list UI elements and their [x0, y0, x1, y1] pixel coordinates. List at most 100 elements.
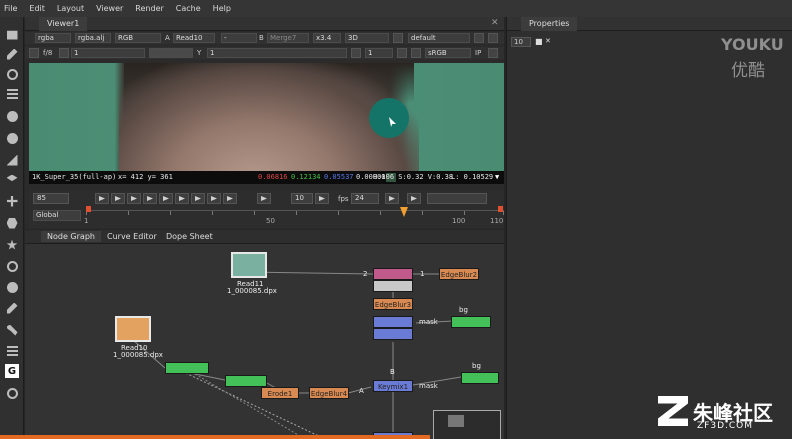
- time-tool-button[interactable]: [4, 67, 20, 81]
- fps-field[interactable]: 24: [351, 193, 379, 204]
- dot-green-node-2[interactable]: [225, 375, 267, 387]
- keyer-tool-button[interactable]: [4, 153, 20, 167]
- merge-mode-dropdown[interactable]: -: [221, 33, 257, 43]
- filter-erode-node[interactable]: [373, 316, 413, 328]
- menu-help[interactable]: Help: [213, 4, 231, 13]
- edgeblur4-node[interactable]: EdgeBlur4: [309, 387, 349, 399]
- menu-viewer[interactable]: Viewer: [96, 4, 123, 13]
- menu-edit[interactable]: Edit: [29, 4, 45, 13]
- max-panels-field[interactable]: 10: [511, 37, 531, 47]
- draw-tool-button[interactable]: [4, 47, 20, 61]
- play-backward-button[interactable]: [143, 193, 157, 204]
- gain-slider[interactable]: [149, 48, 193, 58]
- merge-tool-button[interactable]: [4, 173, 20, 187]
- a-input-dropdown[interactable]: Read10: [173, 33, 215, 43]
- metadata-tool-button[interactable]: [4, 301, 20, 315]
- roi-icon[interactable]: [351, 48, 361, 58]
- tab-viewer1[interactable]: Viewer1: [39, 17, 88, 31]
- filter-tool-button[interactable]: [4, 131, 20, 145]
- lock-icon[interactable]: ■: [535, 37, 543, 46]
- zoom-dropdown[interactable]: x3.4: [313, 33, 341, 43]
- menu-layout[interactable]: Layout: [57, 4, 84, 13]
- minimap-viewport[interactable]: [448, 415, 464, 427]
- alpha-dropdown[interactable]: rgba.alj: [75, 33, 111, 43]
- 3d-tool-button[interactable]: [4, 216, 20, 230]
- frame-ruler[interactable]: 1 50 100 110: [84, 206, 504, 226]
- nuke-tool-button[interactable]: [4, 386, 20, 400]
- timeline-scope-dropdown[interactable]: Global: [33, 210, 81, 221]
- gizmo-tool-button[interactable]: G: [4, 364, 20, 378]
- pause-icon[interactable]: [411, 48, 421, 58]
- wipe-icon[interactable]: [488, 33, 498, 43]
- frame-increment-field[interactable]: 10: [291, 193, 313, 204]
- view-mode-dropdown[interactable]: 3D: [345, 33, 389, 43]
- toolsets-tool-button[interactable]: [4, 344, 20, 358]
- refresh-icon[interactable]: [474, 33, 484, 43]
- tab-node-graph[interactable]: Node Graph: [41, 231, 101, 242]
- read11-thumbnail[interactable]: [231, 252, 267, 278]
- bright-node[interactable]: [373, 280, 413, 292]
- grade1-node[interactable]: [373, 328, 413, 340]
- skip-forward-button[interactable]: [315, 193, 329, 204]
- menu-cache[interactable]: Cache: [176, 4, 201, 13]
- edgeblur3-node[interactable]: EdgeBlur3: [373, 298, 413, 310]
- channel-tool-button[interactable]: [4, 87, 20, 101]
- exposure-icon[interactable]: [29, 48, 39, 58]
- particles-tool-button[interactable]: [4, 238, 20, 252]
- stop-button[interactable]: [159, 193, 173, 204]
- keymix1-node[interactable]: Keymix1: [373, 380, 413, 392]
- erode1-node[interactable]: Erode1: [261, 387, 299, 399]
- clear-panels-icon[interactable]: ✕: [545, 37, 551, 45]
- merge-node[interactable]: [373, 268, 413, 280]
- color-tool-button[interactable]: [4, 109, 20, 123]
- next-keyframe-button[interactable]: [207, 193, 221, 204]
- menu-render[interactable]: Render: [135, 4, 163, 13]
- other-tool-button[interactable]: [4, 323, 20, 337]
- current-frame-field[interactable]: 85: [33, 193, 69, 204]
- gain-step-icon[interactable]: [59, 48, 69, 58]
- step-back-button[interactable]: [127, 193, 141, 204]
- image-tool-button[interactable]: [4, 27, 20, 41]
- b-input-dropdown[interactable]: Merge7: [267, 33, 309, 43]
- close-icon[interactable]: ✕: [491, 18, 499, 28]
- keymix-green-node-2[interactable]: [461, 372, 499, 384]
- gamma-field[interactable]: 1: [207, 48, 347, 58]
- tab-dope-sheet[interactable]: Dope Sheet: [160, 231, 219, 242]
- lock-icon[interactable]: [393, 33, 403, 43]
- dot-green-node-1[interactable]: [165, 362, 209, 374]
- views-tool-button[interactable]: [4, 280, 20, 294]
- proxy-icon[interactable]: [397, 48, 407, 58]
- edgeblur2-node[interactable]: EdgeBlur2: [439, 268, 479, 280]
- read10-thumbnail[interactable]: [115, 316, 151, 342]
- prev-keyframe-button[interactable]: [111, 193, 125, 204]
- node-graph-panel[interactable]: Node Graph Curve Editor Dope Sheet Read1…: [25, 230, 504, 439]
- channels-dropdown[interactable]: rgba: [35, 33, 71, 43]
- settings-icon[interactable]: [488, 48, 498, 58]
- tab-properties[interactable]: Properties: [521, 17, 578, 31]
- display-dropdown[interactable]: sRGB: [425, 48, 471, 58]
- playback-range-bar[interactable]: [427, 193, 487, 204]
- gain-field[interactable]: 1: [71, 48, 145, 58]
- loop-button[interactable]: [385, 193, 399, 204]
- transform-tool-button[interactable]: [4, 194, 20, 208]
- flipbook-button[interactable]: [407, 193, 421, 204]
- out-point-icon[interactable]: [498, 206, 503, 212]
- frame-field[interactable]: 1: [365, 48, 393, 58]
- deep-tool-button[interactable]: [4, 259, 20, 273]
- last-frame-button[interactable]: [223, 193, 237, 204]
- menu-file[interactable]: File: [4, 4, 17, 13]
- viewer-image[interactable]: [29, 63, 504, 171]
- tab-curve-editor[interactable]: Curve Editor: [101, 231, 163, 242]
- skip-back-button[interactable]: [257, 193, 271, 204]
- keymix-green-node-1[interactable]: [451, 316, 491, 328]
- play-forward-button[interactable]: [175, 193, 189, 204]
- playhead-icon[interactable]: [400, 207, 408, 217]
- info-menu-icon[interactable]: ▼: [495, 171, 499, 184]
- lut-dropdown[interactable]: default: [408, 33, 470, 43]
- colorspace-dropdown[interactable]: RGB: [115, 33, 161, 43]
- in-point-icon[interactable]: [86, 206, 91, 212]
- step-forward-button[interactable]: [191, 193, 205, 204]
- input-process-label[interactable]: IP: [475, 48, 481, 58]
- first-frame-button[interactable]: [95, 193, 109, 204]
- node-minimap[interactable]: [433, 410, 501, 439]
